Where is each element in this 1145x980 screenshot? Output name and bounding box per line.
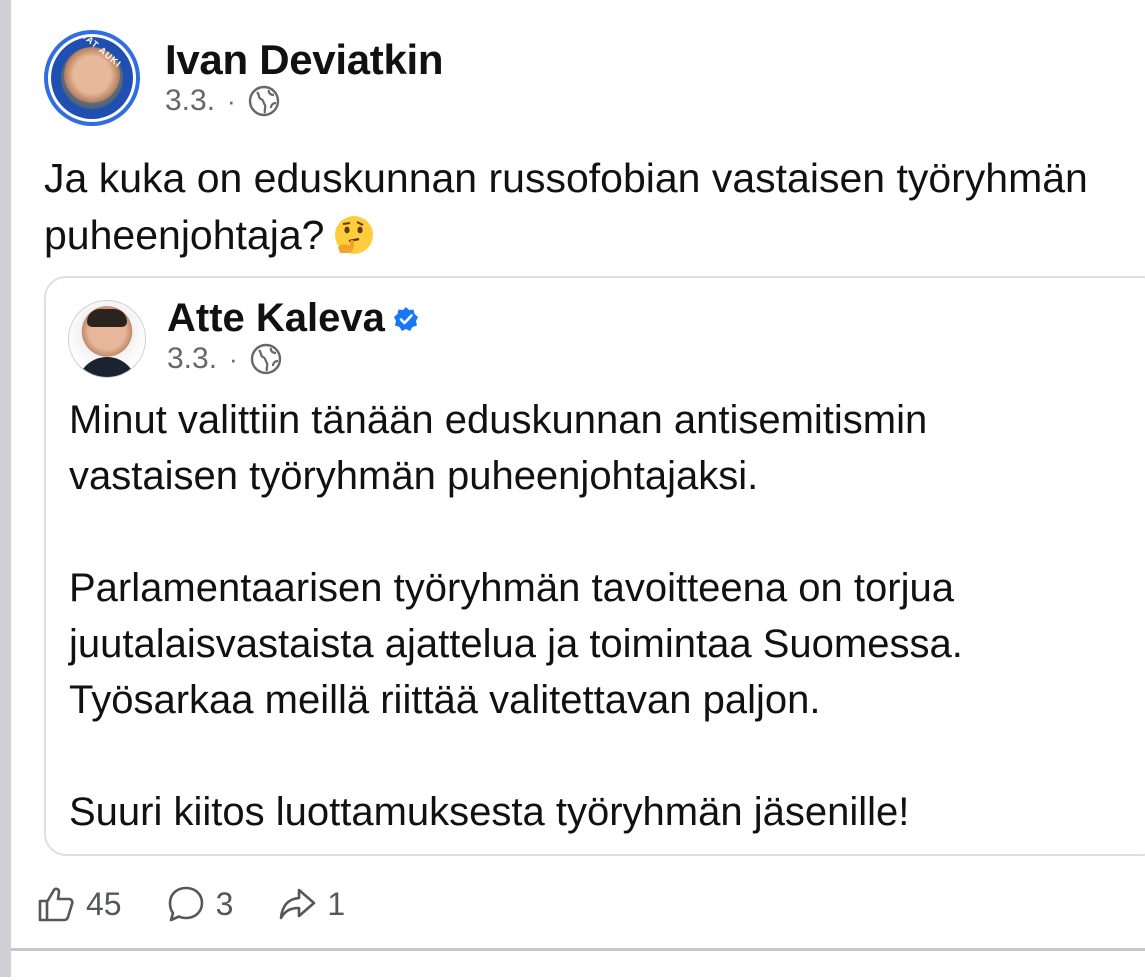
- post-text-line-content: puheenjohtaja?: [44, 212, 325, 258]
- shared-author-name[interactable]: Atte Kaleva: [167, 296, 385, 341]
- shared-post-card[interactable]: Atte Kaleva 3.3. · Minut valittiin tänää…: [44, 276, 1145, 856]
- shared-text-line: Suuri kiitos luottamuksesta työryhmän jä…: [69, 790, 910, 834]
- avatar-badge: RAJAT AUKI: [51, 37, 133, 119]
- shared-text-line: Minut valittiin tänään eduskunnan antise…: [69, 398, 928, 442]
- verified-badge-icon: [393, 306, 418, 331]
- share-icon: [280, 888, 316, 920]
- like-button[interactable]: 45: [36, 884, 122, 924]
- post-text: Ja kuka on eduskunnan russofobian vastai…: [44, 150, 1145, 264]
- globe-icon: [250, 343, 281, 375]
- shared-text-line: Parlamentaarisen työryhmän tavoitteena o…: [69, 566, 954, 610]
- post: RAJAT AUKI Ivan Deviatkin 3.3. · Ja kuka…: [11, 0, 1145, 948]
- comment-count: 3: [215, 885, 234, 922]
- post-text-line: puheenjohtaja?: [44, 207, 1145, 264]
- shared-text-line: juutalaisvastaista ajattelua ja toiminta…: [69, 622, 963, 666]
- author-name[interactable]: Ivan Deviatkin: [165, 36, 444, 84]
- thinking-face-emoji-icon: [335, 216, 374, 254]
- share-count: 1: [327, 885, 346, 922]
- meta-separator: ·: [227, 85, 236, 116]
- meta-separator: ·: [229, 343, 238, 374]
- globe-icon: [248, 85, 279, 117]
- shared-post-body: Minut valittiin tänään eduskunnan antise…: [69, 392, 1129, 840]
- shared-text-line: Työsarkaa meillä riittää valitettavan pa…: [69, 678, 821, 722]
- post-date[interactable]: 3.3.: [165, 84, 215, 118]
- like-count: 45: [86, 885, 122, 922]
- shared-author-name-row: Atte Kaleva: [167, 296, 419, 341]
- post-meta: 3.3. ·: [165, 84, 280, 118]
- left-rail: [0, 0, 11, 977]
- share-button[interactable]: 1: [277, 884, 345, 924]
- author-avatar[interactable]: RAJAT AUKI: [44, 30, 140, 126]
- bottom-divider: [11, 948, 1145, 980]
- comment-icon: [168, 886, 203, 922]
- thumbs-up-icon: [38, 887, 74, 922]
- post-actions: 45 3 1: [36, 884, 389, 924]
- shared-text-line: vastaisen työryhmän puheenjohtajaksi.: [69, 454, 759, 498]
- comment-button[interactable]: 3: [166, 884, 234, 924]
- shared-author-avatar[interactable]: [68, 300, 146, 378]
- shared-post-meta: 3.3. ·: [167, 342, 282, 376]
- post-text-line: Ja kuka on eduskunnan russofobian vastai…: [44, 155, 1088, 201]
- shared-post-date[interactable]: 3.3.: [167, 342, 217, 376]
